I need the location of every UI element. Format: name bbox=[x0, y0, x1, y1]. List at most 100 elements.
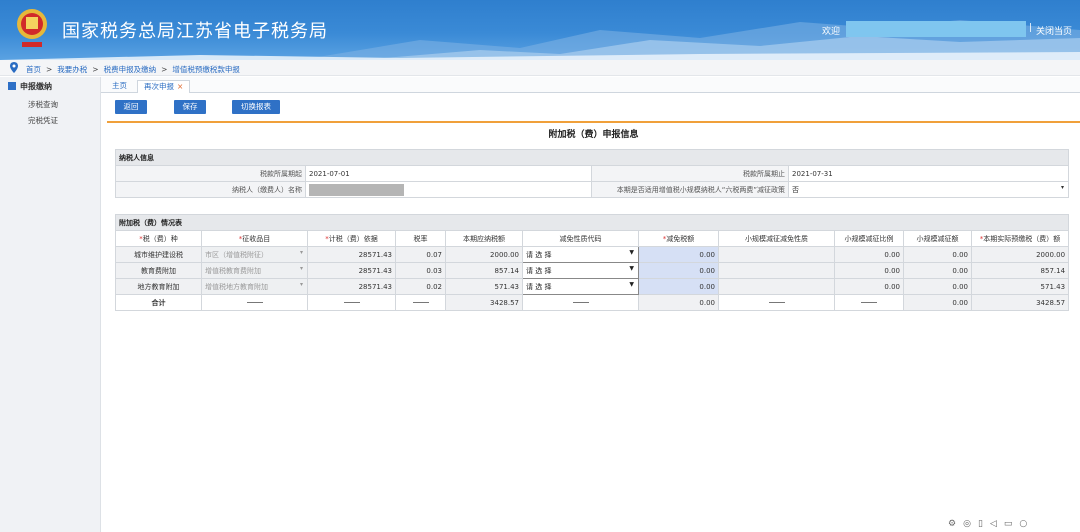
dash-cell bbox=[307, 294, 396, 311]
col-header-payable: 本期应纳税额 bbox=[445, 230, 523, 247]
small-scale-reduction-cell: 0.00 bbox=[903, 246, 972, 263]
tab-home[interactable]: 主页 bbox=[106, 80, 133, 93]
breadcrumb: 首页 > 我要办税 > 税费申报及缴纳 > 增值税预缴税款申报 bbox=[26, 65, 240, 74]
total-actual: 3428.57 bbox=[970, 294, 1070, 311]
period-end-label: 税款所属期止 bbox=[591, 165, 789, 182]
payable-cell: 857.14 bbox=[445, 262, 523, 279]
site-title: 国家税务总局江苏省电子税务局 bbox=[62, 21, 328, 42]
header-separator: | bbox=[1029, 23, 1033, 33]
tab-bar: 主页 再次申报 × bbox=[101, 77, 1080, 93]
tax-emblem-icon bbox=[17, 9, 47, 47]
sidebar-item-tax-certificate[interactable]: 完税凭证 bbox=[28, 115, 58, 126]
relief-amount-input[interactable]: 0.00 bbox=[638, 278, 719, 295]
dash-cell bbox=[522, 294, 639, 311]
tax-type-cell: 地方教育附加 bbox=[115, 278, 202, 295]
breadcrumb-bar: 首页 > 我要办税 > 税费申报及缴纳 > 增值税预缴税款申报 bbox=[0, 60, 1080, 76]
sidebar: 申报缴纳 涉税查询 完税凭证 bbox=[0, 77, 101, 532]
table-row: 教育费附加 增值税教育费附加 ▾ 28571.43 0.03 857.14 请 选… bbox=[115, 262, 1070, 279]
basis-cell: 28571.43 bbox=[307, 262, 396, 279]
total-reduction: 0.00 bbox=[903, 294, 972, 311]
switch-report-button[interactable]: 切换报表 bbox=[232, 100, 280, 114]
tab-redeclare[interactable]: 再次申报 × bbox=[137, 80, 191, 93]
chevron-down-icon: ▼ bbox=[629, 249, 634, 256]
top-banner: 国家税务总局江苏省电子税务局 欢迎 | 关闭当页 bbox=[0, 0, 1080, 60]
chevron-down-icon: ▾ bbox=[299, 265, 303, 272]
close-page-link[interactable]: 关闭当页 bbox=[1036, 24, 1072, 37]
sidebar-item-tax-query[interactable]: 涉税查询 bbox=[28, 99, 58, 110]
divider-line bbox=[107, 121, 1080, 123]
breadcrumb-vat-prepay[interactable]: 增值税预缴税款申报 bbox=[172, 65, 240, 74]
rate-cell: 0.02 bbox=[395, 278, 446, 295]
relief-code-select[interactable]: 请 选 择 ▼ bbox=[522, 262, 639, 279]
taxpayer-info-table: 纳税人信息 税款所属期起 2021-07-01 税款所属期止 2021-07-3… bbox=[115, 149, 1069, 198]
window-icon[interactable]: ▭ bbox=[1004, 519, 1020, 529]
breadcrumb-tax-office[interactable]: 我要办税 bbox=[57, 65, 87, 74]
dash-cell bbox=[834, 294, 904, 311]
tab-close-icon[interactable]: × bbox=[177, 82, 183, 91]
relief-amount-input[interactable]: 0.00 bbox=[638, 246, 719, 263]
actual-prepay-cell: 571.43 bbox=[970, 278, 1070, 295]
search-icon[interactable]: ○ bbox=[1019, 519, 1034, 529]
col-header-rate: 税率 bbox=[395, 230, 446, 247]
surtax-table: 附加税（费）情况表 *税（费）种 *征收品目 *计税（费）依据 税率 本期应纳税… bbox=[114, 214, 1070, 311]
relief-amount-input[interactable]: 0.00 bbox=[638, 262, 719, 279]
col-header-small-scale-ratio: 小规模减征比例 bbox=[834, 230, 904, 247]
total-relief: 0.00 bbox=[638, 294, 719, 311]
tax-type-cell: 教育费附加 bbox=[115, 262, 202, 279]
item-select: 增值税地方教育附加 ▾ bbox=[201, 278, 308, 295]
small-scale-nature-cell bbox=[718, 246, 835, 263]
small-scale-ratio-cell: 0.00 bbox=[834, 278, 904, 295]
chevron-down-icon: ▼ bbox=[629, 281, 634, 288]
speaker-icon[interactable]: ◁ bbox=[990, 519, 1004, 529]
rate-cell: 0.07 bbox=[395, 246, 446, 263]
welcome-text: 欢迎 bbox=[822, 27, 841, 37]
small-scale-nature-cell bbox=[718, 262, 835, 279]
actual-prepay-cell: 857.14 bbox=[970, 262, 1070, 279]
small-scale-nature-cell bbox=[718, 278, 835, 295]
period-start-value: 2021-07-01 bbox=[305, 165, 592, 182]
target-icon[interactable]: ◎ bbox=[963, 519, 978, 529]
col-header-relief-code: 减免性质代码 bbox=[522, 230, 639, 247]
table-row: 城市维护建设税 市区（增值税附征） ▾ 28571.43 0.07 2000.00… bbox=[115, 246, 1070, 263]
small-scale-reduction-cell: 0.00 bbox=[903, 278, 972, 295]
taxpayer-name-value bbox=[305, 181, 592, 198]
back-button[interactable]: 返回 bbox=[115, 100, 147, 114]
breadcrumb-declaration[interactable]: 税费申报及缴纳 bbox=[104, 65, 157, 74]
period-start-label: 税款所属期起 bbox=[115, 165, 306, 182]
total-row: 合计 3428.57 0.00 0.00 3428.57 bbox=[115, 294, 1070, 311]
policy-label: 本期是否适用增值税小规模纳税人“六税两费”减征政策 bbox=[591, 181, 789, 198]
form-title: 附加税（费）申报信息 bbox=[548, 130, 639, 140]
rate-cell: 0.03 bbox=[395, 262, 446, 279]
payable-cell: 571.43 bbox=[445, 278, 523, 295]
col-header-small-scale-nature: 小规模减征减免性质 bbox=[718, 230, 835, 247]
sidebar-heading[interactable]: 申报缴纳 bbox=[8, 81, 52, 92]
actual-prepay-cell: 2000.00 bbox=[970, 246, 1070, 263]
location-pin-icon bbox=[10, 62, 18, 73]
period-end-value: 2021-07-31 bbox=[788, 165, 1069, 182]
table-row: 地方教育附加 增值税地方教育附加 ▾ 28571.43 0.02 571.43 请… bbox=[115, 278, 1070, 295]
chevron-down-icon: ▼ bbox=[629, 265, 634, 272]
basis-cell: 28571.43 bbox=[307, 278, 396, 295]
user-name-redacted bbox=[846, 21, 1026, 37]
col-header-small-scale-reduction: 小规模减征额 bbox=[903, 230, 972, 247]
col-header-item: *征收品目 bbox=[201, 230, 308, 247]
breadcrumb-home[interactable]: 首页 bbox=[26, 65, 41, 74]
menu-square-icon bbox=[8, 82, 16, 90]
dash-cell bbox=[201, 294, 308, 311]
relief-code-select[interactable]: 请 选 择 ▼ bbox=[522, 246, 639, 263]
status-icons: ⚙◎▯◁▭○ bbox=[948, 519, 1034, 529]
save-button[interactable]: 保存 bbox=[174, 100, 206, 114]
col-header-basis: *计税（费）依据 bbox=[307, 230, 396, 247]
relief-code-select[interactable]: 请 选 择 ▼ bbox=[522, 278, 639, 295]
dash-cell bbox=[395, 294, 446, 311]
policy-select[interactable]: 否 ▾ bbox=[788, 181, 1069, 198]
total-payable: 3428.57 bbox=[445, 294, 523, 311]
taxpayer-section-title: 纳税人信息 bbox=[115, 149, 1069, 166]
chevron-down-icon: ▾ bbox=[1060, 184, 1064, 191]
small-scale-ratio-cell: 0.00 bbox=[834, 246, 904, 263]
trash-icon[interactable]: ▯ bbox=[978, 519, 990, 529]
col-header-relief-amount: *减免税额 bbox=[638, 230, 719, 247]
col-header-tax-type: *税（费）种 bbox=[115, 230, 202, 247]
tool-icon[interactable]: ⚙ bbox=[948, 519, 963, 529]
chevron-down-icon: ▾ bbox=[299, 281, 303, 288]
